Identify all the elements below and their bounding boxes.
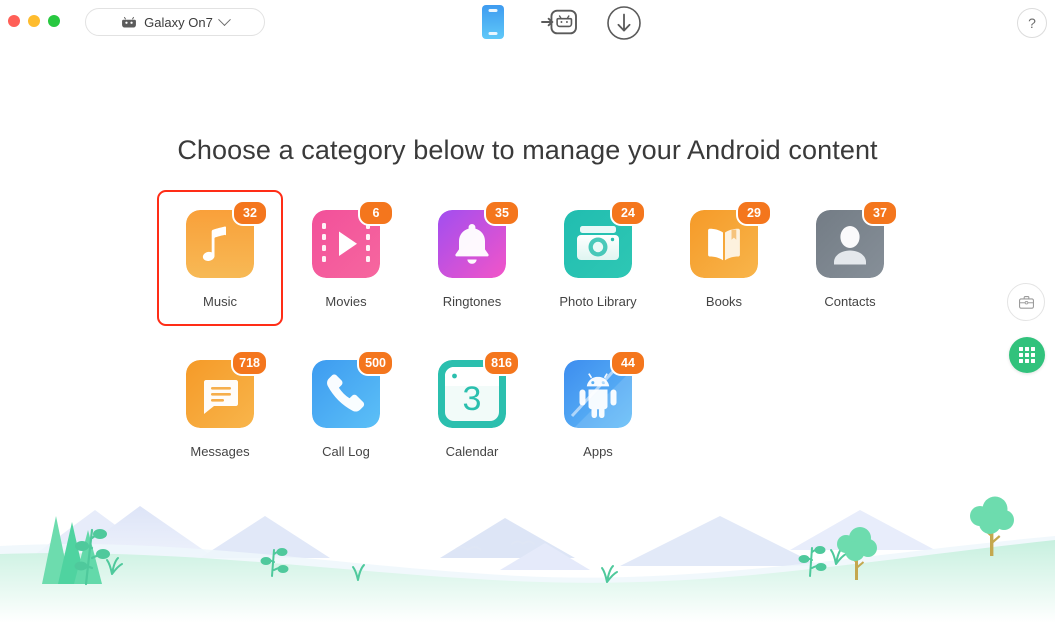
category-row-1: 32 Music 6 Movies 35 Ringtones 24 Photo …	[0, 190, 1055, 326]
icon-wrap: 29	[690, 200, 772, 278]
icon-wrap: 44	[564, 350, 646, 428]
category-label: Apps	[583, 444, 613, 459]
icon-wrap: 3 816	[438, 350, 520, 428]
icon-wrap: 24	[564, 200, 646, 278]
badge-count: 500	[357, 350, 394, 376]
transfer-to-android-icon[interactable]	[540, 5, 578, 39]
icon-wrap: 35	[438, 200, 520, 278]
badge-count: 29	[736, 200, 772, 226]
badge-count: 24	[610, 200, 646, 226]
category-tile-ringtones[interactable]: 35 Ringtones	[409, 190, 535, 326]
category-label: Calendar	[445, 444, 499, 459]
category-label: Ringtones	[442, 294, 502, 309]
category-tile-calendar[interactable]: 3 816 Calendar	[409, 340, 535, 476]
tree	[970, 496, 1014, 556]
category-label: Books	[705, 294, 743, 309]
toolbox-button[interactable]	[1007, 283, 1045, 321]
calendar-day: 3	[463, 380, 482, 418]
icon-wrap: 500	[312, 350, 394, 428]
badge-count: 37	[862, 200, 898, 226]
icon-wrap: 32	[186, 200, 268, 278]
badge-count: 718	[231, 350, 268, 376]
category-grid: 32 Music 6 Movies 35 Ringtones 24 Photo …	[0, 190, 1055, 476]
category-tile-messages[interactable]: 718 Messages	[157, 340, 283, 476]
download-icon[interactable]	[606, 5, 642, 41]
help-label: ?	[1028, 15, 1036, 31]
landscape-illustration	[0, 496, 1055, 623]
category-tile-photo-library[interactable]: 24 Photo Library	[535, 190, 661, 326]
category-label: Call Log	[322, 444, 370, 459]
category-tile-music[interactable]: 32 Music	[157, 190, 283, 326]
icon-wrap: 6	[312, 200, 394, 278]
badge-count: 32	[232, 200, 268, 226]
category-tile-movies[interactable]: 6 Movies	[283, 190, 409, 326]
category-tile-contacts[interactable]: 37 Contacts	[787, 190, 913, 326]
category-label: Music	[203, 294, 237, 309]
category-row-2: 718 Messages 500 Call Log 3 816 Calendar…	[0, 340, 1055, 476]
category-label: Messages	[190, 444, 250, 459]
badge-count: 44	[610, 350, 646, 376]
toolbar	[0, 0, 1055, 44]
category-tile-call-log[interactable]: 500 Call Log	[283, 340, 409, 476]
badge-count: 6	[358, 200, 394, 226]
app-grid-button[interactable]	[1009, 337, 1045, 373]
title-bar: Galaxy On7 ?	[0, 0, 1055, 44]
icon-wrap: 37	[816, 200, 898, 278]
tree	[837, 527, 877, 580]
help-button[interactable]: ?	[1017, 8, 1047, 38]
category-label: Photo Library	[559, 294, 637, 309]
toolbox-icon	[1018, 296, 1034, 309]
category-tile-books[interactable]: 29 Books	[661, 190, 787, 326]
grid-icon	[1019, 347, 1035, 363]
category-label: Movies	[325, 294, 367, 309]
page-title: Choose a category below to manage your A…	[177, 135, 878, 165]
icon-wrap: 718	[186, 350, 268, 428]
category-label: Contacts	[824, 294, 876, 309]
badge-count: 35	[484, 200, 520, 226]
category-tile-apps[interactable]: 44 Apps	[535, 340, 661, 476]
device-view-icon[interactable]	[482, 5, 504, 39]
badge-count: 816	[483, 350, 520, 376]
